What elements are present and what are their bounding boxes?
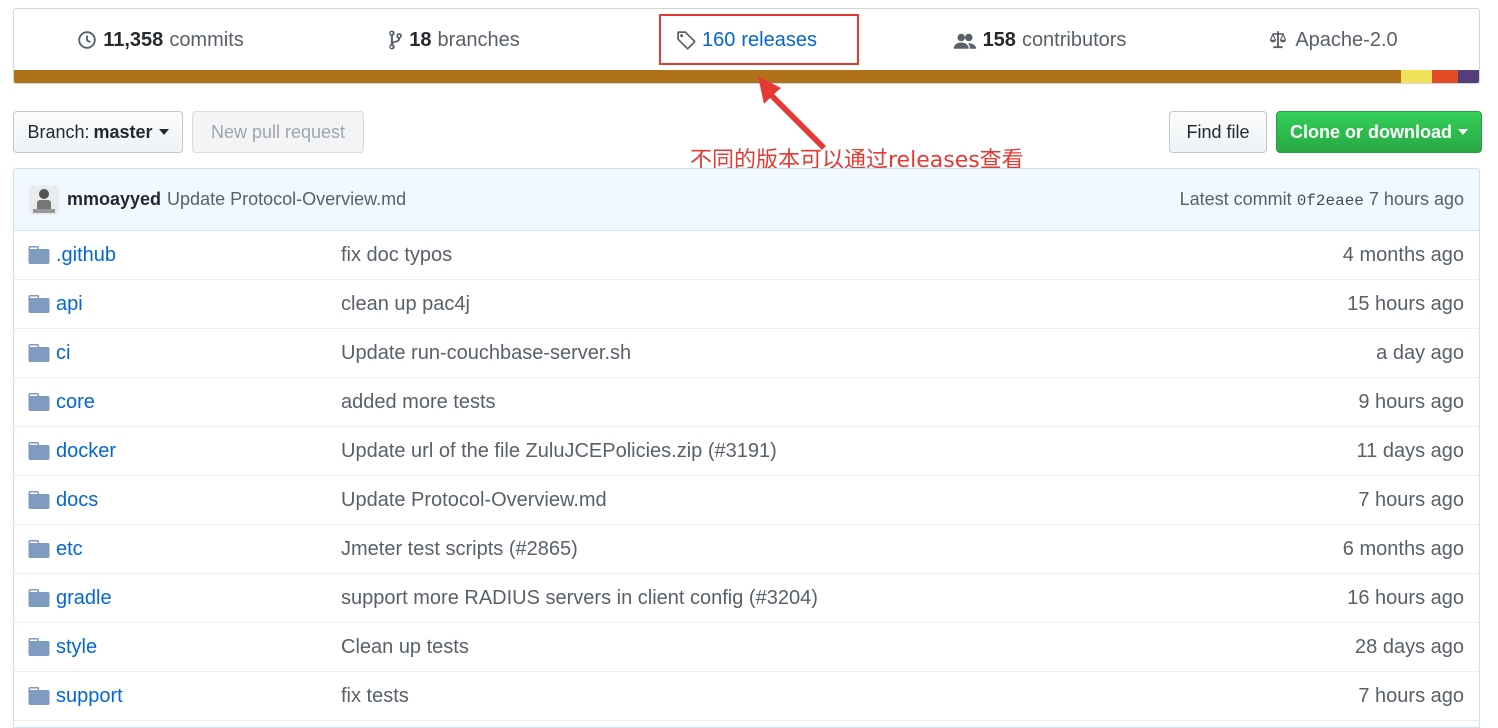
file-name-link[interactable]: api	[56, 293, 83, 316]
table-row: api clean up pac4j 15 hours ago	[14, 280, 1479, 329]
commits-link[interactable]: 11,358 commits	[14, 9, 307, 71]
file-name-link[interactable]: docs	[56, 489, 98, 512]
file-commit-age: 7 hours ago	[1358, 488, 1464, 511]
contributors-label: contributors	[1021, 28, 1127, 51]
branch-value: master	[93, 121, 153, 142]
latest-commit-prefix: Latest commit	[1179, 189, 1292, 209]
file-commit-message[interactable]: Update Protocol-Overview.md	[341, 489, 607, 512]
commit-message[interactable]: Update Protocol-Overview.md	[167, 189, 406, 210]
file-commit-age: 16 hours ago	[1347, 586, 1464, 609]
folder-icon	[28, 246, 50, 270]
language-bar-segment-html	[1431, 70, 1458, 83]
file-name-link[interactable]: style	[56, 636, 97, 659]
folder-icon	[28, 540, 50, 564]
file-name-link[interactable]: docker	[56, 440, 116, 463]
contributors-count: 158	[982, 28, 1016, 51]
table-row: support fix tests 7 hours ago	[14, 672, 1479, 721]
commit-sha[interactable]: 0f2eaee	[1297, 192, 1364, 210]
folder-icon	[28, 491, 50, 515]
file-commit-message[interactable]: Update run-couchbase-server.sh	[341, 342, 631, 365]
commit-author[interactable]: mmoayyed	[67, 189, 161, 210]
language-bar-segment-java	[14, 70, 1401, 83]
folder-icon	[28, 295, 50, 319]
table-row: ci Update run-couchbase-server.sh a day ag…	[14, 329, 1479, 378]
table-row: docker Update url of the file ZuluJCEPoli…	[14, 427, 1479, 476]
table-row: .github fix doc typos 4 months ago	[14, 231, 1479, 280]
file-commit-message[interactable]: fix tests	[341, 685, 409, 708]
table-row: gradle support more RADIUS servers in cli…	[14, 574, 1479, 623]
table-row: style Clean up tests 28 days ago	[14, 623, 1479, 672]
file-name-link[interactable]: etc	[56, 538, 83, 561]
branches-link[interactable]: 18 branches	[307, 9, 600, 71]
file-commit-message[interactable]: clean up pac4j	[341, 293, 470, 316]
file-commit-age: 9 hours ago	[1358, 390, 1464, 413]
commits-label: commits	[169, 28, 244, 51]
folder-icon	[28, 344, 50, 368]
file-commit-message[interactable]: Clean up tests	[341, 636, 469, 659]
file-commit-age: 28 days ago	[1355, 635, 1464, 658]
history-icon	[78, 31, 96, 49]
git-branch-icon	[389, 30, 403, 50]
file-name-link[interactable]: ci	[56, 342, 70, 365]
license-label: Apache-2.0	[1295, 28, 1398, 51]
avatar[interactable]	[29, 184, 59, 215]
file-commit-message[interactable]: fix doc typos	[341, 244, 452, 267]
file-commit-age: a day ago	[1376, 341, 1464, 364]
clone-download-button[interactable]: Clone or download	[1276, 111, 1482, 153]
file-name-link[interactable]: .github	[56, 244, 116, 267]
license-link[interactable]: Apache-2.0	[1186, 9, 1479, 71]
file-commit-age: 4 months ago	[1342, 243, 1464, 266]
language-bar-segment-javascript	[1400, 70, 1432, 83]
file-rows: .github fix doc typos 4 months ago api clean…	[14, 231, 1479, 721]
folder-icon	[28, 638, 50, 662]
file-name-link[interactable]: core	[56, 391, 95, 414]
law-icon	[1270, 31, 1287, 49]
releases-highlight-box	[659, 14, 859, 65]
commits-count: 11,358	[103, 28, 164, 51]
latest-commit-info: Latest commit 0f2eaee 7 hours ago	[1180, 189, 1464, 210]
table-row: core added more tests 9 hours ago	[14, 378, 1479, 427]
file-commit-age: 7 hours ago	[1358, 684, 1464, 707]
language-bar-segment-css	[1457, 70, 1479, 83]
file-name-link[interactable]: support	[56, 685, 123, 708]
file-commit-age: 6 months ago	[1342, 537, 1464, 560]
chevron-down-icon	[158, 129, 169, 135]
branch-label: Branch:	[27, 121, 90, 142]
find-file-button[interactable]: Find file	[1169, 111, 1267, 153]
commit-age: 7 hours ago	[1368, 189, 1464, 209]
file-commit-message[interactable]: Update url of the file ZuluJCEPolicies.z…	[341, 440, 777, 463]
folder-icon	[28, 589, 50, 613]
file-name-link[interactable]: gradle	[56, 587, 112, 610]
table-row: docs Update Protocol-Overview.md 7 hours a…	[14, 476, 1479, 525]
file-commit-age: 11 days ago	[1356, 439, 1465, 462]
folder-icon	[28, 393, 50, 417]
contributors-link[interactable]: 158 contributors	[893, 9, 1186, 71]
latest-commit-bar: mmoayyed Update Protocol-Overview.md Lat…	[14, 169, 1479, 231]
file-commit-message[interactable]: Jmeter test scripts (#2865)	[341, 538, 578, 561]
branch-select-button[interactable]: Branch: master	[13, 111, 183, 153]
folder-icon	[28, 687, 50, 711]
language-bar[interactable]	[14, 70, 1479, 83]
clone-download-label: Clone or download	[1290, 121, 1452, 142]
folder-icon	[28, 442, 50, 466]
file-commit-message[interactable]: support more RADIUS servers in client co…	[341, 587, 818, 610]
chevron-down-icon	[1458, 129, 1468, 135]
file-listing: mmoayyed Update Protocol-Overview.md Lat…	[13, 168, 1480, 728]
file-commit-age: 15 hours ago	[1347, 292, 1464, 315]
branches-label: branches	[437, 28, 520, 51]
table-row: etc Jmeter test scripts (#2865) 6 months a…	[14, 525, 1479, 574]
branches-count: 18	[409, 28, 432, 51]
new-pull-request-button[interactable]: New pull request	[192, 111, 364, 153]
people-icon	[953, 33, 976, 49]
file-commit-message[interactable]: added more tests	[341, 391, 496, 414]
